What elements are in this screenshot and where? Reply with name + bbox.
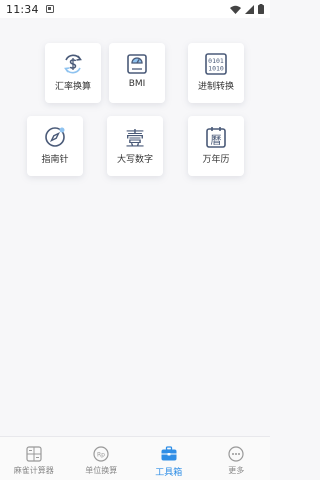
toolbox-icon bbox=[161, 446, 177, 461]
tool-label: 进制转换 bbox=[197, 82, 234, 92]
tool-label: BMI bbox=[128, 79, 146, 89]
tool-base-conversion[interactable]: 0101 1010 进制转换 bbox=[188, 43, 244, 103]
tool-uppercase-number[interactable]: 壹 大写数字 bbox=[107, 116, 163, 176]
tool-compass[interactable]: 指南针 bbox=[27, 116, 83, 176]
status-bar: 11:34 bbox=[0, 0, 270, 18]
tab-label: 更多 bbox=[228, 466, 245, 475]
tool-label: 指南针 bbox=[41, 155, 69, 165]
tool-label: 汇率换算 bbox=[54, 82, 91, 92]
tab-label: 单位换算 bbox=[85, 466, 118, 475]
tab-label: 麻雀计算器 bbox=[13, 466, 54, 475]
svg-text:1010: 1010 bbox=[208, 65, 224, 73]
bottom-tab-bar: 麻雀计算器 Rp 单位换算 工具箱 更多 bbox=[0, 436, 270, 480]
tool-perpetual-calendar[interactable]: 曆 万年历 bbox=[188, 116, 244, 176]
status-time: 11:34 bbox=[6, 2, 39, 16]
tab-unit-conversion[interactable]: Rp 单位换算 bbox=[68, 437, 136, 480]
bmi-scale-icon bbox=[127, 54, 147, 74]
wifi-icon bbox=[230, 5, 241, 14]
notification-icon bbox=[45, 5, 54, 13]
tool-currency-exchange[interactable]: 汇率换算 bbox=[45, 43, 101, 103]
calendar-glyph: 曆 bbox=[211, 134, 222, 147]
calendar-icon: 曆 bbox=[206, 127, 226, 148]
currency-exchange-icon bbox=[64, 54, 82, 74]
uppercase-number-glyph: 壹 bbox=[125, 128, 144, 149]
status-icons bbox=[230, 4, 264, 14]
tab-more[interactable]: 更多 bbox=[203, 437, 271, 480]
battery-icon bbox=[258, 4, 264, 14]
more-icon bbox=[228, 446, 244, 462]
calculator-icon bbox=[26, 446, 42, 462]
signal-icon bbox=[245, 4, 254, 14]
tab-label: 工具箱 bbox=[155, 468, 183, 478]
svg-text:Rp: Rp bbox=[97, 452, 105, 459]
tab-calculator[interactable]: 麻雀计算器 bbox=[0, 437, 68, 480]
tool-label: 大写数字 bbox=[116, 155, 153, 165]
tool-bmi[interactable]: BMI bbox=[109, 43, 165, 103]
compass-icon bbox=[45, 127, 65, 147]
unit-convert-icon: Rp bbox=[93, 446, 109, 462]
tab-toolbox[interactable]: 工具箱 bbox=[135, 437, 203, 480]
tool-label: 万年历 bbox=[202, 155, 230, 165]
binary-convert-icon: 0101 1010 bbox=[205, 53, 227, 75]
uppercase-number-icon: 壹 bbox=[125, 128, 144, 149]
